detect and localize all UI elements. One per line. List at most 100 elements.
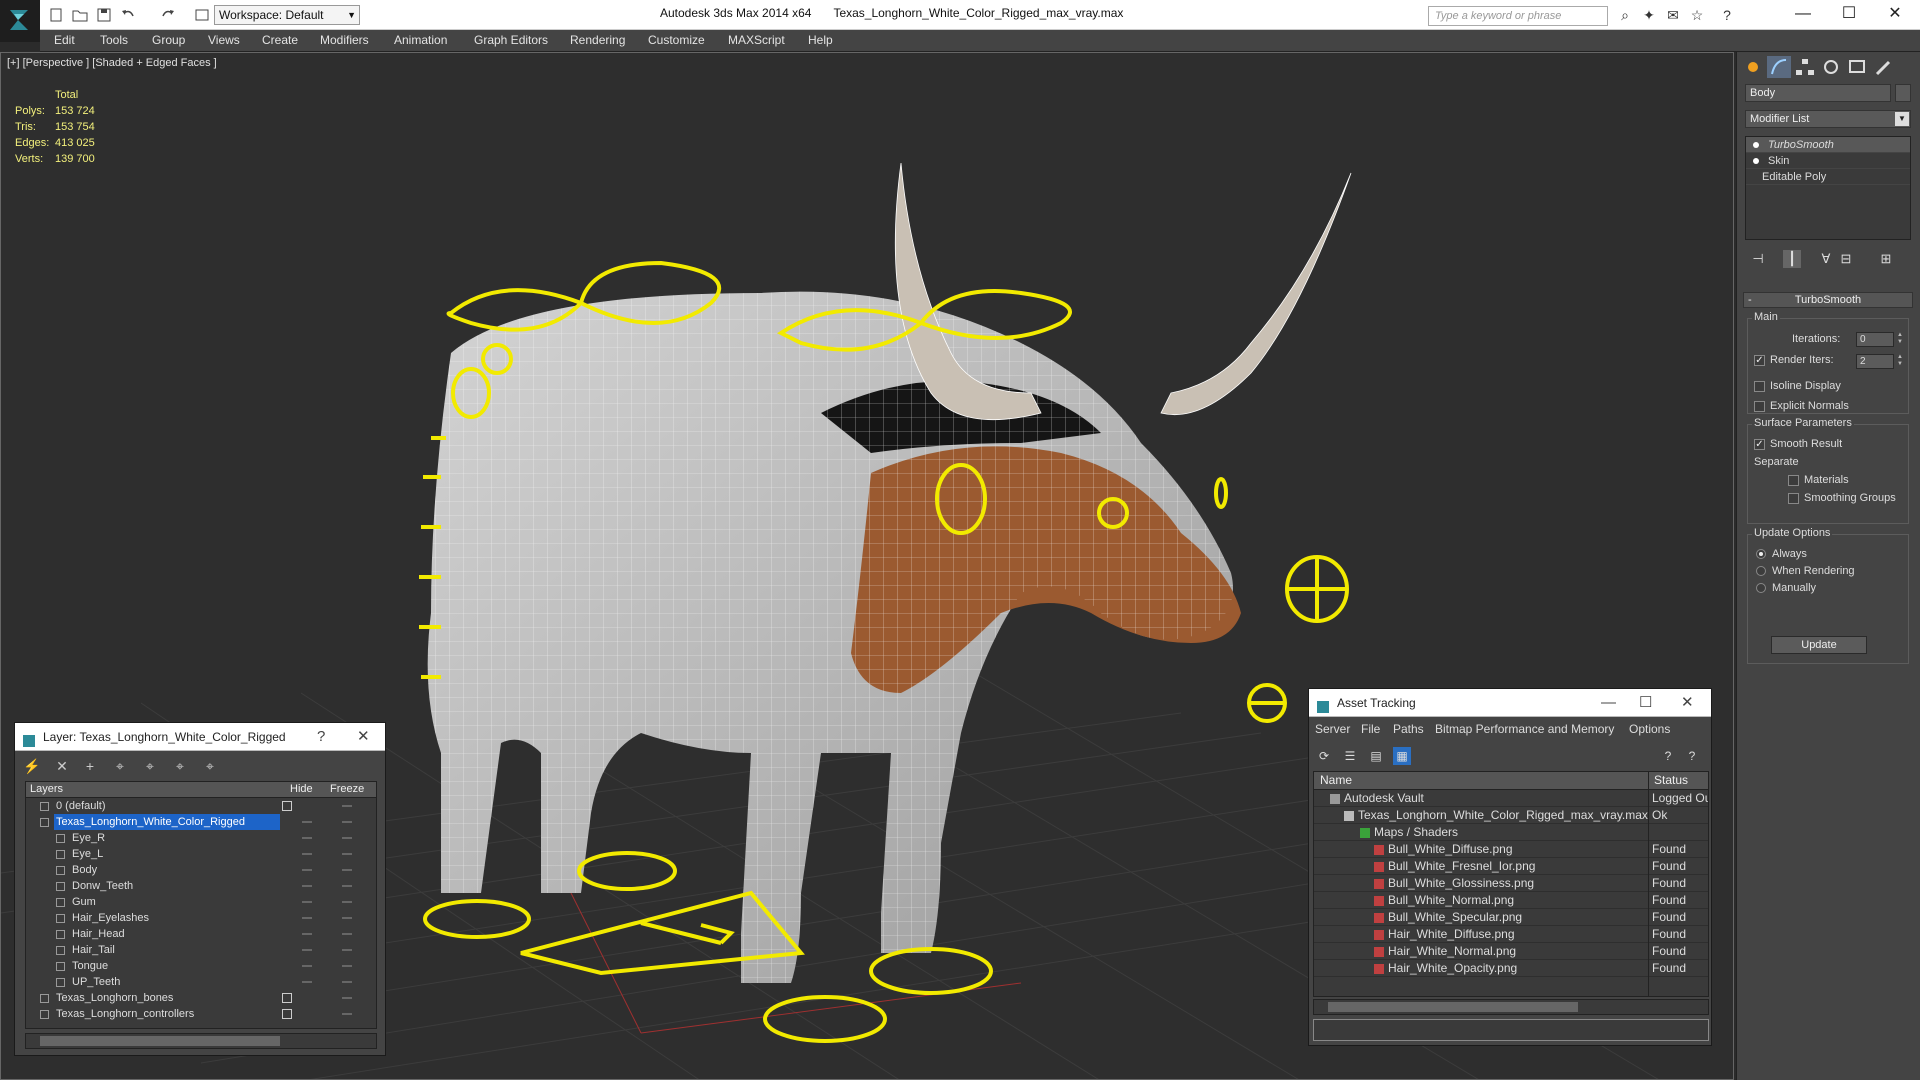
display-tab-icon[interactable] bbox=[1845, 56, 1869, 78]
isoline-display-checkbox[interactable] bbox=[1754, 381, 1765, 392]
redo-icon[interactable] bbox=[160, 7, 176, 23]
detail-view-icon[interactable]: ▤ bbox=[1367, 747, 1385, 765]
menu-server[interactable]: Server bbox=[1315, 722, 1350, 736]
stack-item-turbosmooth[interactable]: TurboSmooth bbox=[1746, 137, 1910, 153]
viewport-label[interactable]: [+] [Perspective ] [Shaded + Edged Faces… bbox=[7, 57, 217, 69]
hide-toggle[interactable] bbox=[282, 1009, 292, 1019]
freeze-toggle[interactable] bbox=[342, 853, 352, 855]
lightbulb-icon[interactable] bbox=[1752, 140, 1760, 150]
save-icon[interactable] bbox=[96, 7, 112, 23]
menu-create[interactable]: Create bbox=[262, 33, 298, 47]
hide-toggle[interactable] bbox=[282, 993, 292, 1003]
horizontal-scrollbar[interactable] bbox=[1313, 999, 1709, 1015]
menu-views[interactable]: Views bbox=[208, 33, 240, 47]
layer-row[interactable]: Hair_Head bbox=[26, 926, 376, 942]
render-iters-spinner[interactable]: 2 bbox=[1856, 354, 1894, 369]
project-folder-icon[interactable] bbox=[194, 7, 210, 23]
freeze-toggle[interactable] bbox=[342, 901, 352, 903]
menu-file[interactable]: File bbox=[1361, 722, 1380, 736]
column-name[interactable]: Name bbox=[1320, 772, 1352, 789]
help-icon[interactable]: ? bbox=[317, 723, 325, 751]
column-layers[interactable]: Layers bbox=[30, 782, 63, 797]
freeze-toggle[interactable] bbox=[342, 965, 352, 967]
hide-toggle[interactable] bbox=[302, 885, 312, 887]
highlight-layer-icon[interactable]: ⌖ bbox=[141, 757, 159, 775]
maximize-icon[interactable]: ☐ bbox=[1639, 689, 1652, 717]
layer-row[interactable]: Hair_Eyelashes bbox=[26, 910, 376, 926]
new-layer-icon[interactable]: ⚡ bbox=[23, 757, 41, 775]
freeze-toggle[interactable] bbox=[342, 917, 352, 919]
layer-row[interactable]: Texas_Longhorn_bones bbox=[26, 990, 376, 1006]
layer-row[interactable]: Body bbox=[26, 862, 376, 878]
freeze-toggle[interactable] bbox=[342, 981, 352, 983]
search-input[interactable]: Type a keyword or phrase bbox=[1428, 6, 1608, 26]
hide-toggle[interactable] bbox=[302, 853, 312, 855]
iterations-spinner[interactable]: 0 bbox=[1856, 332, 1894, 347]
hide-toggle[interactable] bbox=[302, 821, 312, 823]
asset-window-titlebar[interactable]: Asset Tracking — ☐ ✕ bbox=[1309, 689, 1711, 717]
update-button[interactable]: Update bbox=[1771, 636, 1867, 654]
binoculars-icon[interactable]: ⌕ bbox=[1616, 7, 1634, 23]
make-unique-icon[interactable]: ∀ bbox=[1817, 250, 1835, 268]
menu-customize[interactable]: Customize bbox=[648, 33, 705, 47]
new-file-icon[interactable] bbox=[48, 7, 64, 23]
hide-toggle[interactable] bbox=[302, 949, 312, 951]
refresh-icon[interactable]: ⟳ bbox=[1315, 747, 1333, 765]
horizontal-scrollbar[interactable] bbox=[25, 1033, 377, 1049]
hide-all-icon[interactable]: ⌖ bbox=[171, 757, 189, 775]
column-hide[interactable]: Hide bbox=[290, 782, 313, 797]
layer-row[interactable]: Eye_L bbox=[26, 846, 376, 862]
layer-window-titlebar[interactable]: Layer: Texas_Longhorn_White_Color_Rigged… bbox=[15, 723, 385, 751]
menu-animation[interactable]: Animation bbox=[394, 33, 447, 47]
utilities-tab-icon[interactable] bbox=[1871, 56, 1895, 78]
hide-toggle[interactable] bbox=[302, 965, 312, 967]
freeze-toggle[interactable] bbox=[342, 885, 352, 887]
stack-item-editable-poly[interactable]: Editable Poly bbox=[1746, 169, 1910, 185]
close-icon[interactable]: ✕ bbox=[357, 723, 370, 751]
create-tab-icon[interactable] bbox=[1741, 56, 1765, 78]
scrollbar-thumb[interactable] bbox=[40, 1036, 280, 1046]
menu-tools[interactable]: Tools bbox=[100, 33, 128, 47]
smoothing-groups-checkbox[interactable] bbox=[1788, 493, 1799, 504]
explicit-normals-checkbox[interactable] bbox=[1754, 401, 1765, 412]
close-icon[interactable]: ✕ bbox=[1681, 689, 1694, 717]
menu-paths[interactable]: Paths bbox=[1393, 722, 1424, 736]
manually-radio[interactable] bbox=[1756, 583, 1766, 593]
layer-row[interactable]: Gum bbox=[26, 894, 376, 910]
motion-tab-icon[interactable] bbox=[1819, 56, 1843, 78]
hierarchy-tab-icon[interactable] bbox=[1793, 56, 1817, 78]
turbosmooth-rollout-header[interactable]: - TurboSmooth bbox=[1743, 292, 1913, 308]
workspace-dropdown[interactable]: Workspace: Default ▼ bbox=[214, 5, 360, 25]
subscription-icon[interactable]: ✦ bbox=[1640, 7, 1658, 23]
when-rendering-radio[interactable] bbox=[1756, 566, 1766, 576]
add-to-layer-icon[interactable]: + bbox=[81, 757, 99, 775]
undo-icon[interactable] bbox=[120, 7, 136, 23]
hide-toggle[interactable] bbox=[302, 917, 312, 919]
spinner-arrows-icon[interactable]: ▲ ▼ bbox=[1897, 332, 1905, 347]
layer-row[interactable]: 0 (default) bbox=[26, 798, 376, 814]
minimize-icon[interactable]: — bbox=[1780, 2, 1826, 26]
remove-modifier-icon[interactable]: ⊟ bbox=[1837, 250, 1855, 268]
layer-row[interactable]: UP_Teeth bbox=[26, 974, 376, 990]
freeze-toggle[interactable] bbox=[342, 821, 352, 823]
communication-icon[interactable]: ✉ bbox=[1664, 7, 1682, 23]
smooth-result-checkbox[interactable]: ✓ bbox=[1754, 439, 1765, 450]
modifier-list-dropdown[interactable]: Modifier List ▼ bbox=[1745, 110, 1911, 128]
menu-edit[interactable]: Edit bbox=[54, 33, 75, 47]
maximize-icon[interactable]: ☐ bbox=[1826, 2, 1872, 26]
always-radio[interactable] bbox=[1756, 549, 1766, 559]
freeze-toggle[interactable] bbox=[342, 1013, 352, 1015]
minimize-icon[interactable]: — bbox=[1601, 689, 1616, 717]
freeze-toggle[interactable] bbox=[342, 869, 352, 871]
materials-checkbox[interactable] bbox=[1788, 475, 1799, 486]
freeze-all-icon[interactable]: ⌖ bbox=[201, 757, 219, 775]
list-view-icon[interactable]: ☰ bbox=[1341, 747, 1359, 765]
hide-toggle[interactable] bbox=[302, 933, 312, 935]
hide-toggle[interactable] bbox=[302, 981, 312, 983]
object-color-swatch[interactable] bbox=[1895, 84, 1911, 102]
menu-maxscript[interactable]: MAXScript bbox=[728, 33, 785, 47]
help-context-icon[interactable]: ? bbox=[1683, 747, 1701, 765]
select-objects-icon[interactable]: ⌖ bbox=[111, 757, 129, 775]
hide-toggle[interactable] bbox=[302, 837, 312, 839]
freeze-toggle[interactable] bbox=[342, 949, 352, 951]
